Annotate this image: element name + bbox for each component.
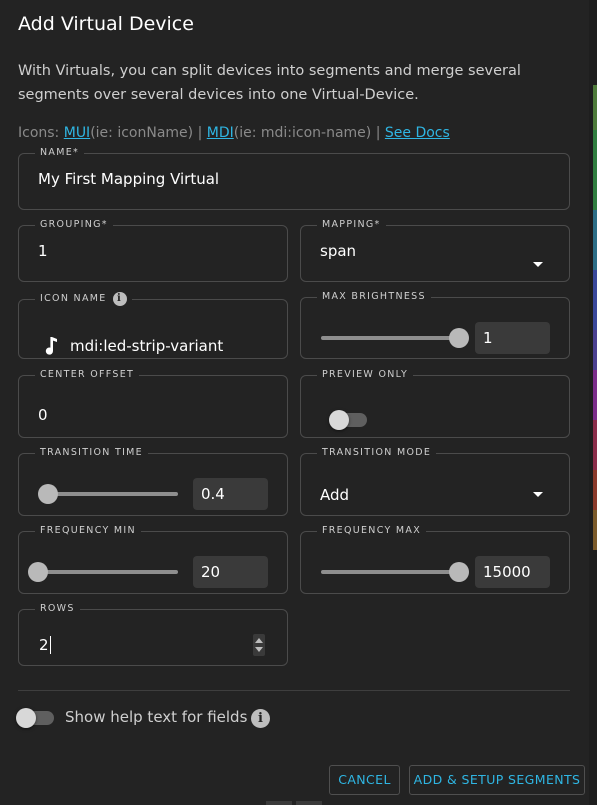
rows-field[interactable]: ROWS 2 [18,604,288,666]
max-brightness-input[interactable]: 1 [475,322,550,354]
rows-label: ROWS [40,603,75,614]
grouping-field[interactable]: GROUPING* 1 [18,220,288,282]
frequency-max-track[interactable] [321,570,461,574]
frequency-min-thumb[interactable] [28,562,48,582]
icon-name-input[interactable]: mdi:led-strip-variant [70,337,223,355]
mdi-link[interactable]: MDI [207,125,234,141]
divider [18,690,570,691]
transition-time-label: TRANSITION TIME [40,447,143,458]
add-setup-segments-button[interactable]: ADD & SETUP SEGMENTS [409,765,585,795]
name-field[interactable]: NAME* My First Mapping Virtual [18,148,570,210]
mui-hint: (ie: iconName) | [90,125,207,141]
icon-name-field[interactable]: ICON NAME i mdi:led-strip-variant [18,292,288,359]
transition-time-input[interactable]: 0.4 [193,478,268,510]
grouping-label: GROUPING* [40,219,108,230]
dialog-title: Add Virtual Device [18,13,194,35]
max-brightness-label: MAX BRIGHTNESS [322,291,426,302]
info-icon[interactable]: i [251,709,270,728]
center-offset-field[interactable]: CENTER OFFSET 0 [18,370,288,438]
transition-mode-value: Add [320,486,350,504]
chevron-down-icon[interactable] [533,262,543,267]
frequency-min-input[interactable]: 20 [193,556,268,588]
mui-link[interactable]: MUI [64,125,90,141]
icon-name-label: ICON NAME i [35,292,132,306]
background-edge-mark [296,801,322,805]
name-input[interactable]: My First Mapping Virtual [38,170,569,188]
frequency-min-field: FREQUENCY MIN 20 [18,526,288,594]
frequency-max-thumb[interactable] [449,562,469,582]
info-icon[interactable]: i [112,292,127,306]
preview-only-label: PREVIEW ONLY [322,369,409,380]
transition-time-thumb[interactable] [38,484,58,504]
grouping-input[interactable]: 1 [38,242,287,260]
cancel-button[interactable]: CANCEL [329,765,400,795]
rows-input[interactable]: 2 [39,636,51,654]
help-text-label: Show help text for fields [65,708,248,726]
dialog-description: With Virtuals, you can split devices int… [18,63,521,103]
icons-hint: Icons: MUI(ie: iconName) | MDI(ie: mdi:i… [18,125,450,141]
frequency-min-track[interactable] [29,570,178,574]
mdi-hint: (ie: mdi:icon-name) | [233,125,385,141]
icons-hint-prefix: Icons: [18,125,64,141]
mapping-label: MAPPING* [322,219,381,230]
transition-mode-label: TRANSITION MODE [322,447,432,458]
transition-time-field: TRANSITION TIME 0.4 [18,448,288,516]
frequency-max-field: FREQUENCY MAX 15000 [300,526,570,594]
max-brightness-thumb[interactable] [449,328,469,348]
music-note-icon [45,337,57,355]
max-brightness-field: MAX BRIGHTNESS 1 [300,292,570,359]
frequency-max-label: FREQUENCY MAX [322,525,421,536]
background-edge-mark [266,801,292,805]
frequency-max-input[interactable]: 15000 [475,556,550,588]
center-offset-label: CENTER OFFSET [40,369,135,380]
name-label: NAME* [40,147,80,158]
see-docs-link[interactable]: See Docs [385,125,450,141]
max-brightness-track[interactable] [321,336,461,340]
number-spinner-icon[interactable] [253,634,265,656]
preview-only-field: PREVIEW ONLY [300,370,570,438]
frequency-min-label: FREQUENCY MIN [40,525,136,536]
mapping-value: span [320,242,357,260]
chevron-down-icon[interactable] [533,492,543,497]
transition-time-track[interactable] [39,492,178,496]
transition-mode-select[interactable]: TRANSITION MODE Add [300,448,570,516]
center-offset-input[interactable]: 0 [38,406,48,424]
background-device-color-strip [589,0,597,805]
mapping-select[interactable]: MAPPING* span [300,220,570,282]
